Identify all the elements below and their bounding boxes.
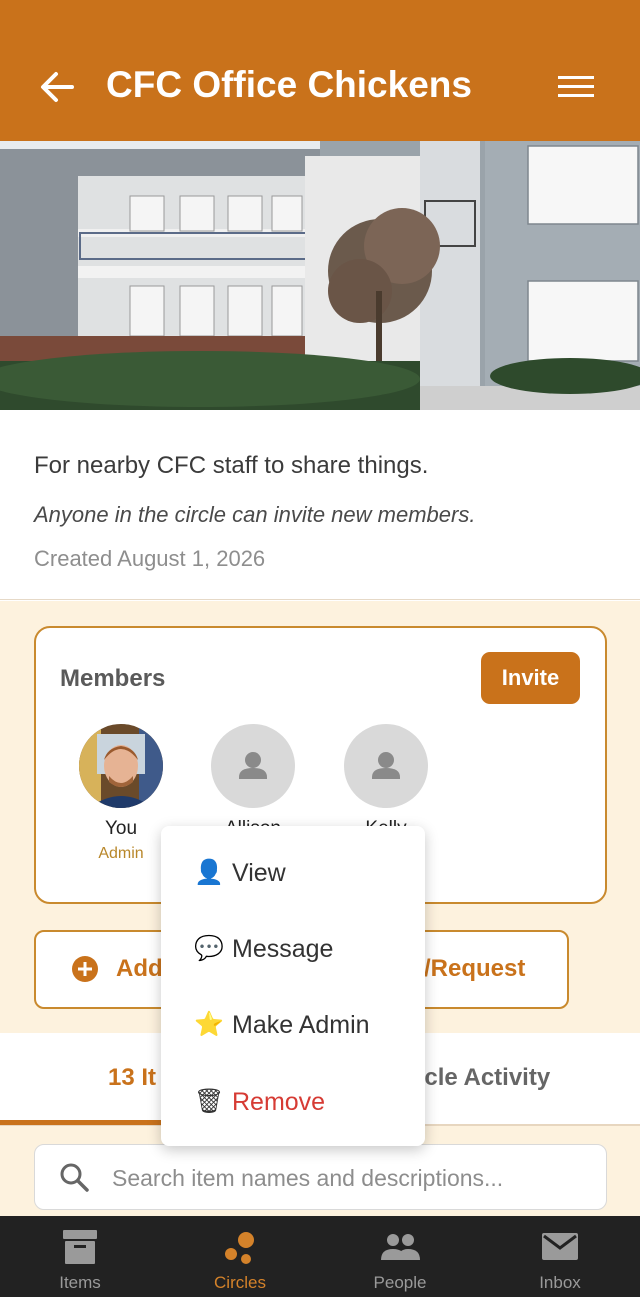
menu-item-view[interactable]: 👤 View xyxy=(161,837,425,907)
hamburger-menu-icon[interactable] xyxy=(556,72,596,102)
arrow-left-icon[interactable] xyxy=(36,66,78,108)
invite-policy: Anyone in the circle can invite new memb… xyxy=(34,502,476,527)
nav-inbox-label: Inbox xyxy=(539,1273,581,1292)
menu-item-label: Make Admin xyxy=(232,1011,370,1039)
member-context-menu: 👤 View 💬 Message ⭐ Make Admin 🗑 Remove xyxy=(161,826,425,1146)
search-input[interactable] xyxy=(112,1160,582,1196)
speech-bubble-icon: 💬 xyxy=(194,935,224,962)
menu-item-label: Remove xyxy=(232,1088,326,1116)
nav-inbox[interactable]: Inbox xyxy=(480,1216,640,1297)
nav-people[interactable]: People xyxy=(320,1216,480,1297)
plus-circle-icon xyxy=(72,956,98,982)
nav-items-label: Items xyxy=(59,1273,101,1292)
nav-items[interactable]: Items xyxy=(0,1216,160,1297)
circle-cover-image xyxy=(0,141,640,410)
tab-items[interactable]: 13 It xyxy=(108,1064,156,1092)
created-date: Created August 1, 2026 xyxy=(34,546,266,571)
menu-item-label: View xyxy=(232,859,286,887)
trash-can-icon: 🗑 xyxy=(194,1088,225,1115)
invite-button[interactable]: Invite xyxy=(481,652,580,704)
menu-item-remove[interactable]: 🗑 Remove xyxy=(161,1066,425,1136)
avatar[interactable] xyxy=(211,724,295,808)
nav-circles[interactable]: Circles xyxy=(160,1216,320,1297)
menu-item-message[interactable]: 💬 Message xyxy=(161,913,425,983)
archive-box-icon xyxy=(63,1230,97,1264)
nav-people-label: People xyxy=(373,1273,427,1292)
search-icon xyxy=(60,1163,89,1192)
menu-item-make-admin[interactable]: ⭐ Make Admin xyxy=(161,989,425,1059)
avatar[interactable] xyxy=(344,724,428,808)
person-silhouette-icon: 👤 xyxy=(194,859,224,886)
members-title: Members xyxy=(60,665,166,692)
star-icon: ⭐ xyxy=(194,1011,224,1038)
circles-icon xyxy=(225,1232,254,1264)
mail-icon xyxy=(542,1233,578,1260)
person-placeholder-icon xyxy=(372,752,400,779)
nav-circles-label: Circles xyxy=(214,1273,266,1292)
people-icon xyxy=(381,1234,420,1260)
circle-description: For nearby CFC staff to share things. xyxy=(34,452,429,479)
person-placeholder-icon xyxy=(239,752,267,779)
page-title: CFC Office Chickens xyxy=(106,64,472,105)
add-button-label-right: /Request xyxy=(424,955,526,982)
tab-circle-activity[interactable]: rcle Activity xyxy=(415,1064,550,1092)
menu-item-label: Message xyxy=(232,935,334,963)
avatar[interactable] xyxy=(79,724,163,808)
add-button-label: Add xyxy=(116,955,163,982)
